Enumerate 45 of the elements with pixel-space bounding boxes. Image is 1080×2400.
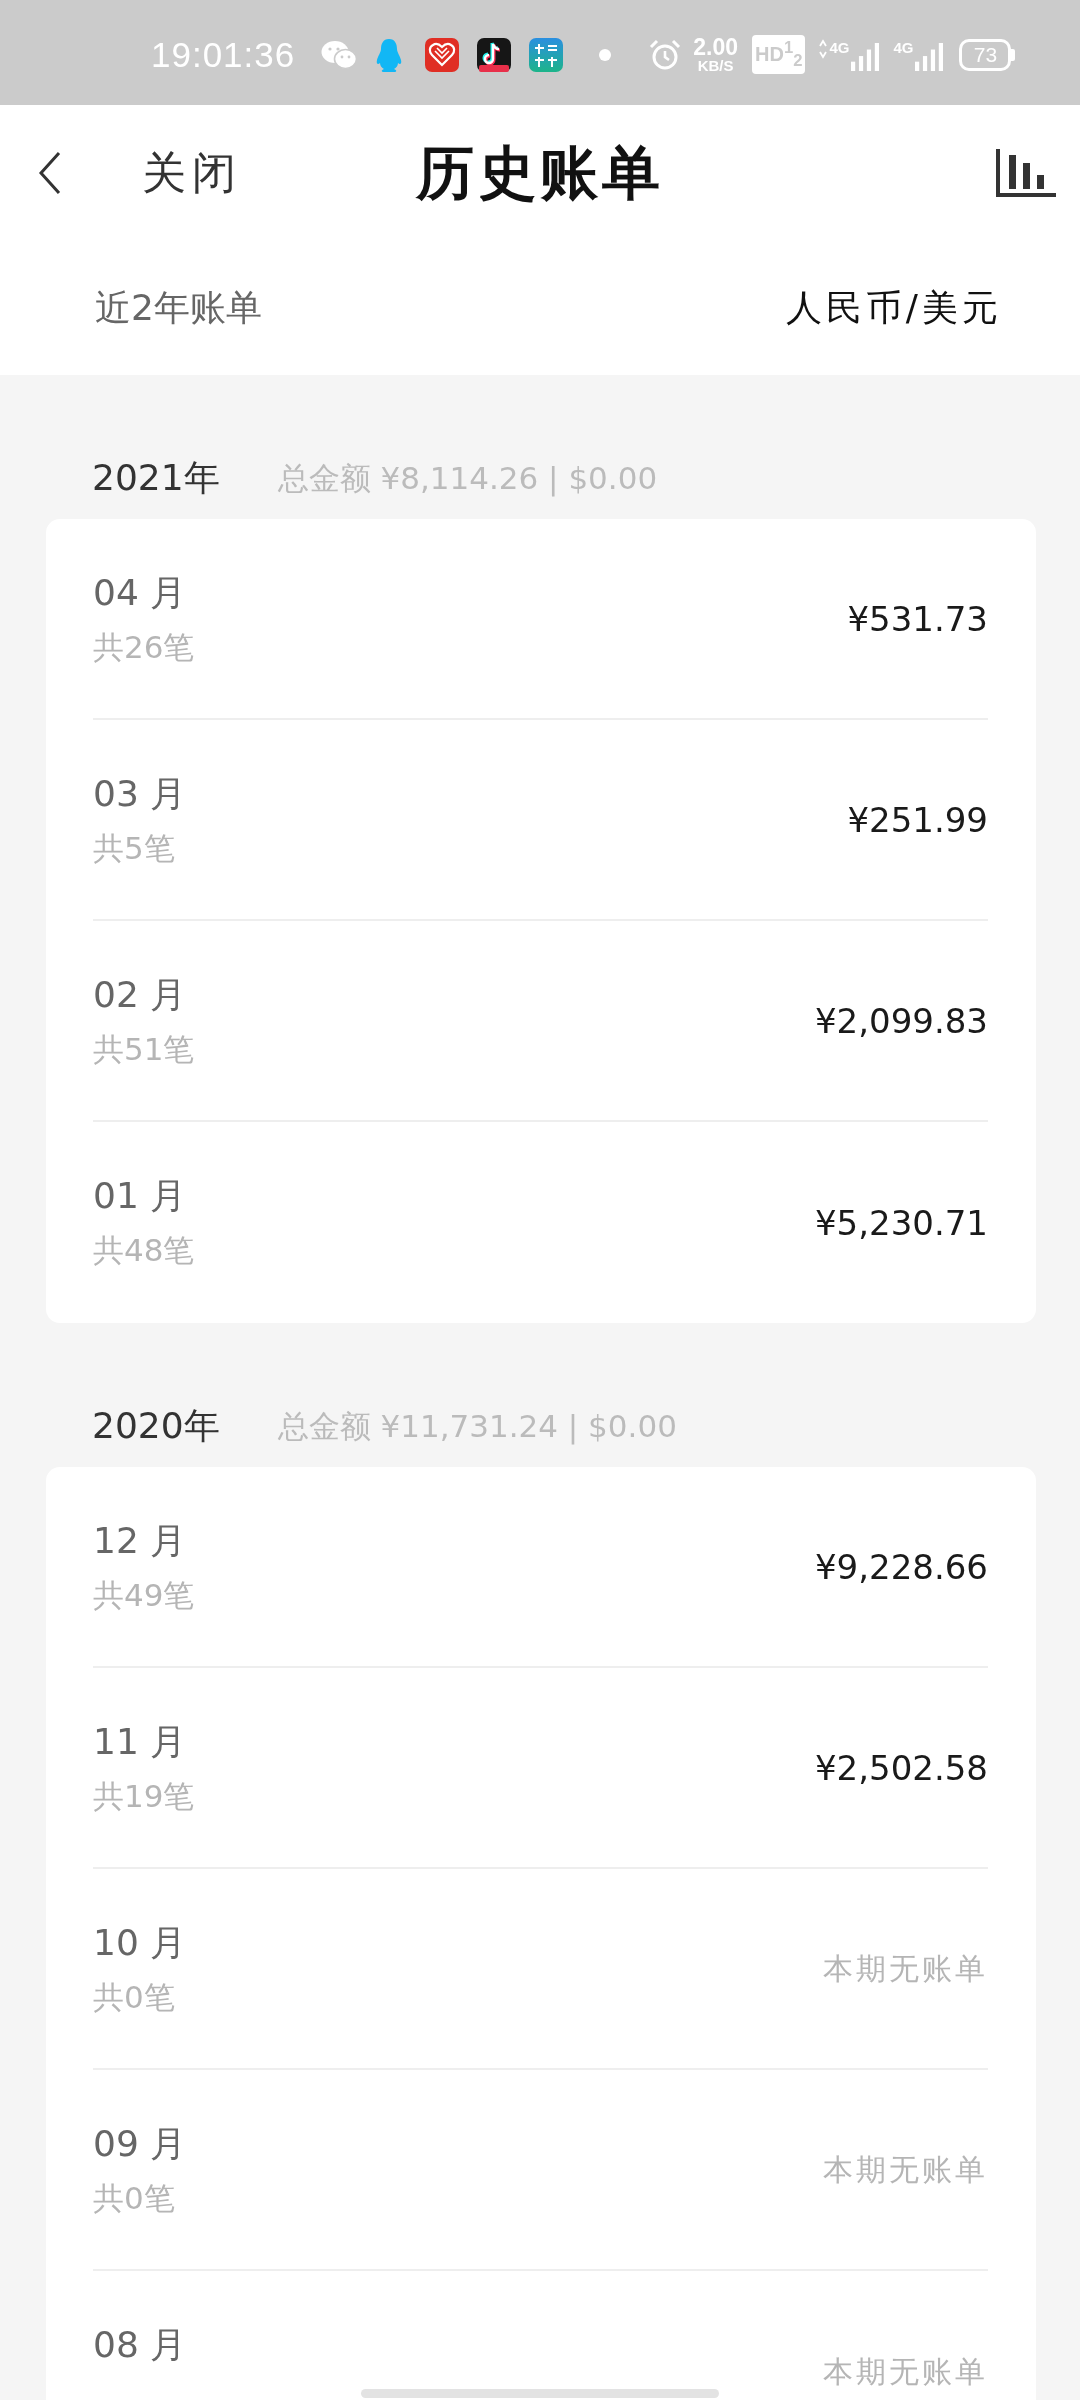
year-label: 2021年 [92, 456, 220, 500]
no-bill-text: 本期无账单 [823, 1949, 988, 1988]
month-label: 08 月 [93, 2323, 187, 2367]
bill-count: 共48笔 [93, 1231, 195, 1270]
year-label: 2020年 [92, 1404, 220, 1448]
month-amount: ¥531.73 [847, 597, 988, 641]
bill-count: 共0笔 [93, 2179, 175, 2218]
bar-chart-icon[interactable] [996, 148, 1056, 197]
bill-count: 共19笔 [93, 1777, 195, 1816]
bill-count: 共0笔 [93, 1978, 175, 2017]
bill-count: 共51笔 [93, 1030, 195, 1069]
penguin-icon [375, 37, 404, 72]
month-label: 11 月 [93, 1720, 187, 1764]
chat-bubbles-icon [321, 39, 358, 70]
dot-icon [599, 48, 612, 61]
month-label: 12 月 [93, 1519, 187, 1563]
month-amount: ¥2,099.83 [814, 999, 988, 1043]
month-label: 10 月 [93, 1921, 187, 1965]
month-label: 02 月 [93, 973, 187, 1017]
year-total: 总金额 ¥11,731.24 | $0.00 [277, 1407, 677, 1447]
music-note-app-icon [477, 37, 512, 72]
bill-count: 共5笔 [93, 829, 175, 868]
heart-app-icon [425, 37, 460, 72]
range-label: 近2年账单 [95, 285, 262, 330]
back-icon[interactable] [38, 150, 62, 195]
month-amount: ¥5,230.71 [814, 1201, 988, 1245]
app-tile-icon [529, 37, 564, 72]
month-amount: ¥9,228.66 [814, 1545, 988, 1589]
month-label: 03 月 [93, 772, 187, 816]
signal-icon [915, 42, 944, 71]
year-total: 总金额 ¥8,114.26 | $0.00 [277, 459, 658, 499]
month-amount: ¥2,502.58 [814, 1746, 988, 1790]
no-bill-text: 本期无账单 [823, 2150, 988, 2189]
month-amount: ¥251.99 [847, 798, 988, 842]
alarm-clock-icon [649, 38, 682, 71]
month-label: 09 月 [93, 2122, 187, 2166]
close-button[interactable]: 关闭 [142, 144, 242, 201]
month-label: 01 月 [93, 1174, 187, 1218]
signal-icon [851, 42, 880, 71]
month-label: 04 月 [93, 571, 187, 615]
currency-label: 人民币/美元 [785, 285, 1002, 330]
no-bill-text: 本期无账单 [823, 2352, 988, 2391]
page-title: 历史账单 [416, 137, 664, 209]
bill-count: 共26笔 [93, 628, 195, 667]
bill-count: 共49笔 [93, 1576, 195, 1615]
